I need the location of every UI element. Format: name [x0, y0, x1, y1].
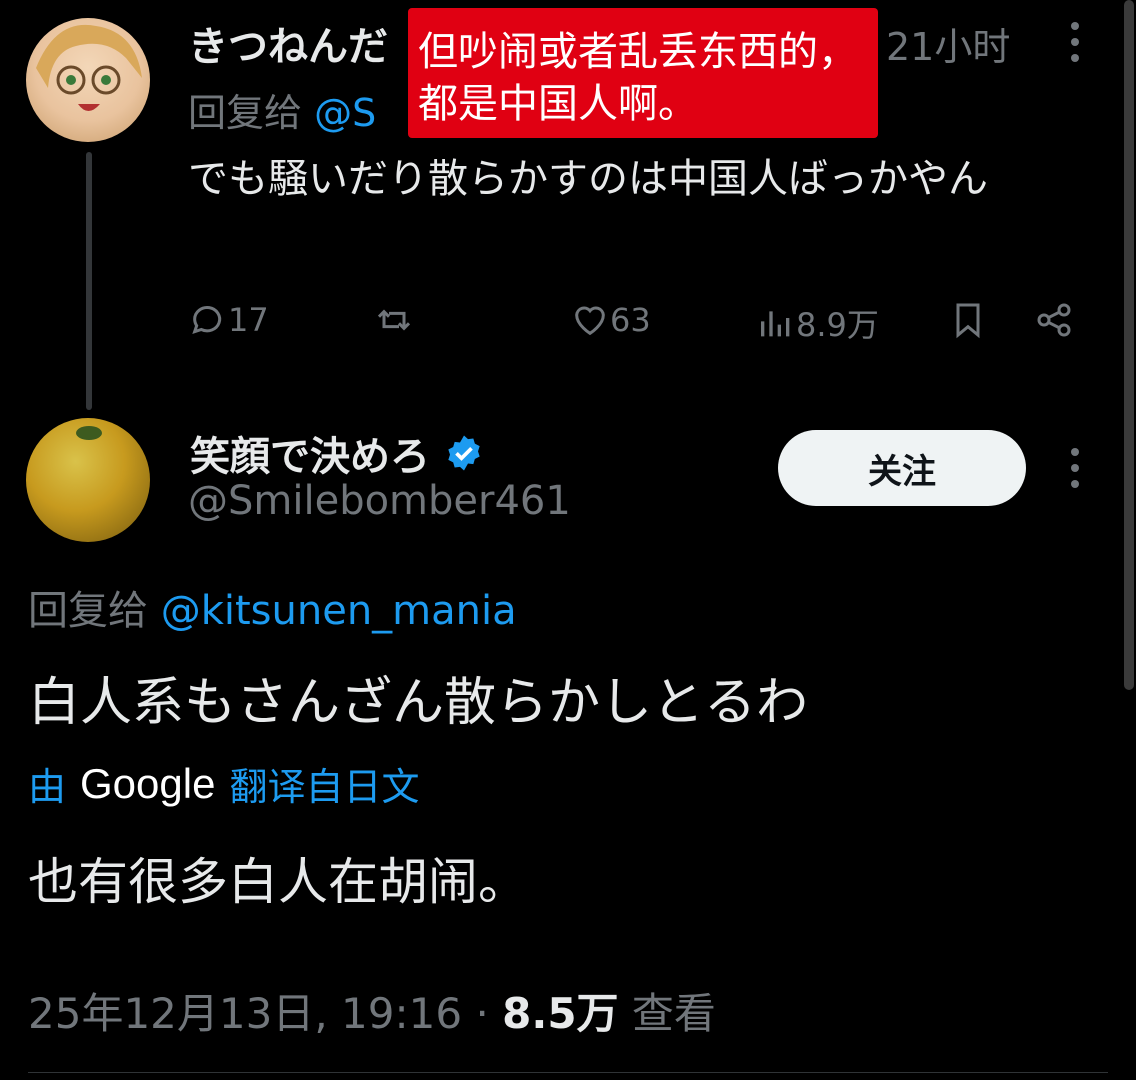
bookmark-icon — [956, 303, 980, 339]
retweet-button[interactable] — [374, 300, 414, 340]
views-count: 8.9万 — [796, 306, 879, 344]
share-button[interactable] — [1034, 300, 1074, 340]
more-icon[interactable] — [1062, 448, 1088, 492]
views-icon — [761, 311, 790, 337]
main-display-name: 笑顔で決めろ — [190, 434, 430, 480]
main-reply-to-line: 回复给 @kitsunen_mania — [28, 578, 517, 636]
main-display-name-row[interactable]: 笑顔で決めろ — [190, 424, 484, 482]
more-icon[interactable] — [1062, 22, 1088, 66]
divider — [28, 1072, 1108, 1073]
main-reply-to-handle[interactable]: @kitsunen_mania — [161, 588, 517, 634]
reply-count: 17 — [228, 301, 269, 339]
like-icon — [575, 306, 605, 336]
translation-overlay-box: 但吵闹或者乱丢东西的，都是中国人啊。 — [408, 8, 878, 138]
tweet-meta: 25年12月13日, 19:16 · 8.5万 查看 — [28, 980, 716, 1041]
thread-line — [86, 152, 92, 410]
scrollbar[interactable] — [1124, 0, 1134, 690]
reply-prefix: 回复给 — [188, 91, 303, 135]
meta-separator: · — [475, 989, 489, 1038]
reply-action-bar: 17 63 8.9万 — [188, 300, 1088, 350]
reply-tweet-text: でも騒いだり散らかすのは中国人ばっかやん — [188, 156, 988, 202]
reply-to-handle[interactable]: @S — [314, 91, 376, 135]
translated-text: 也有很多白人在胡闹。 — [28, 853, 528, 911]
translated-by-prefix: 由 — [28, 765, 67, 809]
main-handle[interactable]: @Smilebomber461 — [188, 478, 571, 524]
retweet-icon — [377, 309, 411, 331]
views-label: 查看 — [631, 989, 716, 1038]
reply-icon — [192, 306, 222, 335]
main-reply-prefix: 回复给 — [28, 588, 148, 634]
verified-badge-icon — [448, 435, 480, 471]
tweet-timestamp[interactable]: 25年12月13日, 19:16 — [28, 989, 462, 1038]
google-logo: Google — [80, 759, 216, 807]
views-total: 8.5万 — [502, 989, 619, 1038]
bookmark-button[interactable] — [948, 300, 988, 340]
like-button[interactable]: 63 — [570, 300, 651, 340]
avatar-smilebomber[interactable] — [26, 418, 150, 542]
reply-display-name[interactable]: きつねんだ — [188, 14, 388, 72]
reply-time[interactable]: 21小时 — [886, 16, 1010, 71]
like-count: 63 — [610, 301, 651, 339]
avatar-kitsunenda[interactable] — [26, 18, 150, 142]
views-button[interactable]: 8.9万 — [756, 300, 879, 346]
reply-button[interactable]: 17 — [188, 300, 269, 340]
translated-from-label: 翻译自日文 — [229, 765, 420, 809]
reply-to-line: 回复给 @S — [188, 82, 376, 137]
share-icon — [1037, 303, 1071, 337]
translation-attribution[interactable]: 由 Google 翻译自日文 — [28, 756, 419, 811]
main-tweet-text: 白人系もさんざん散らかしとるわ — [28, 673, 809, 733]
follow-button[interactable]: 关注 — [778, 430, 1026, 506]
